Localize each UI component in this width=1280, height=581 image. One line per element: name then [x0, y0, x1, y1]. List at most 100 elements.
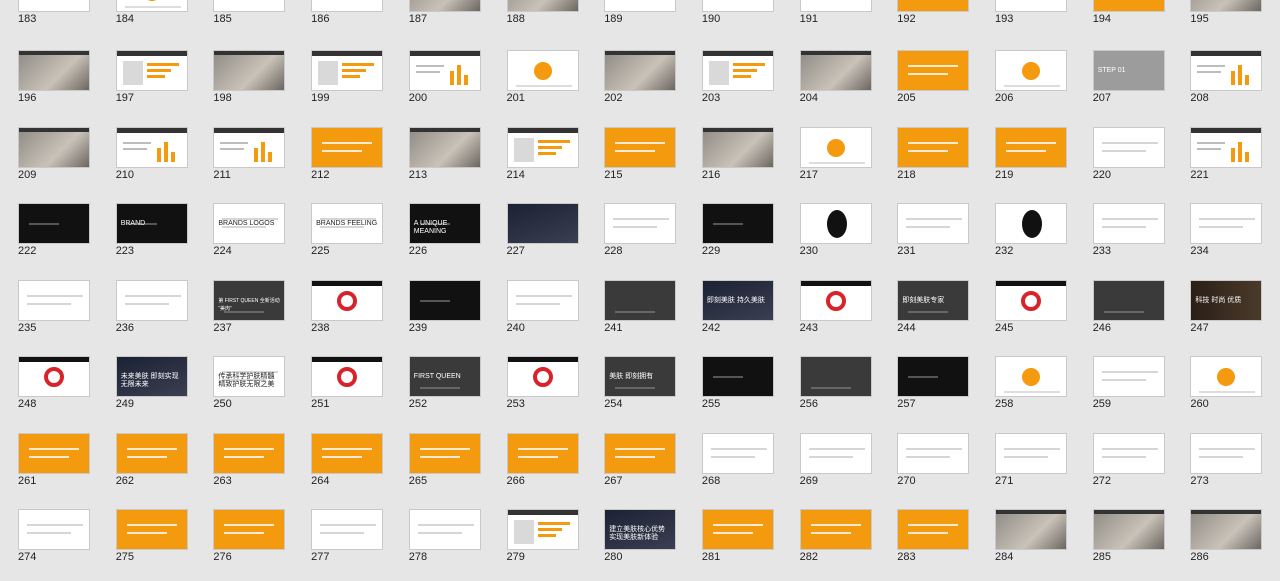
text-line	[908, 524, 959, 526]
slide-thumbnail-221[interactable]: 221	[1172, 127, 1269, 185]
slide-thumbnail-230[interactable]: 230	[782, 203, 879, 261]
slide-thumbnail-264[interactable]: 264	[293, 433, 390, 491]
slide-number: 265	[408, 475, 428, 487]
slide-thumbnail-283[interactable]: 283	[879, 509, 976, 567]
chart-bar	[463, 75, 468, 85]
slide-thumbnail-244[interactable]: 即刻美肤专家 244	[879, 280, 976, 338]
slide-thumbnail-231[interactable]: 231	[879, 203, 976, 261]
slide-thumbnail-245[interactable]: 245	[977, 280, 1074, 338]
slide-thumbnail-208[interactable]: 208	[1172, 50, 1269, 108]
slide-thumbnail-215[interactable]: 215	[586, 127, 683, 185]
slide-thumbnail-226[interactable]: A UNIQUE MEANING 226	[391, 203, 488, 261]
slide-thumbnail-263[interactable]: 263	[195, 433, 292, 491]
slide-thumbnail-228[interactable]: 228	[586, 203, 683, 261]
slide-thumbnail-281[interactable]: 281	[684, 509, 781, 567]
slide-thumbnail-259[interactable]: 259	[1075, 356, 1172, 414]
slide-thumbnail-235[interactable]: 235	[0, 280, 97, 338]
slide-thumbnail-200[interactable]: 200	[391, 50, 488, 108]
slide-thumbnail-212[interactable]: 212	[293, 127, 390, 185]
slide-thumbnail-223[interactable]: BRAND 223	[98, 203, 195, 261]
slide-number: 202	[604, 92, 623, 104]
slide-thumbnail-272[interactable]: 272	[1075, 433, 1172, 491]
slide-thumbnail-282[interactable]: 282	[782, 509, 879, 567]
slide-thumbnail-240[interactable]: 240	[489, 280, 586, 338]
slide-thumbnail-242[interactable]: 即刻美肤 持久美肤 242	[684, 280, 781, 338]
slide-thumbnail-267[interactable]: 267	[586, 433, 683, 491]
slide-thumbnail-249[interactable]: 未来美肤 即刻实现无限未来 249	[98, 356, 195, 414]
slide-thumbnail-201[interactable]: 201	[489, 50, 586, 108]
slide-thumbnail-276[interactable]: 276	[195, 509, 292, 567]
text-line	[515, 303, 560, 305]
slide-thumbnail-262[interactable]: 262	[98, 433, 195, 491]
slide-thumbnail-203[interactable]: 203	[684, 50, 781, 108]
slide-thumbnail-266[interactable]: 266	[489, 433, 586, 491]
slide-thumbnail-207[interactable]: STEP 01 207	[1075, 50, 1172, 108]
slide-thumbnail-261[interactable]: 261	[0, 433, 97, 491]
slide-thumbnail-260[interactable]: 260	[1172, 356, 1269, 414]
slide-thumbnail-247[interactable]: 科技 时尚 优质 247	[1172, 280, 1269, 338]
text-line	[122, 148, 147, 150]
slide-thumbnail-285[interactable]: 285	[1075, 509, 1172, 567]
slide-thumbnail-277[interactable]: 277	[293, 509, 390, 567]
slide-thumbnail-234[interactable]: 234	[1172, 203, 1269, 261]
slide-thumbnail-246[interactable]: 246	[1075, 280, 1172, 338]
slide-thumbnail-229[interactable]: 229	[684, 203, 781, 261]
slide-thumbnail-216[interactable]: 216	[684, 127, 781, 185]
slide-thumbnail-218[interactable]: 218	[879, 127, 976, 185]
text-line	[517, 456, 558, 458]
slide-thumbnail-202[interactable]: 202	[586, 50, 683, 108]
slide-thumbnail-197[interactable]: 197	[98, 50, 195, 108]
slide-thumbnail-284[interactable]: 284	[977, 509, 1074, 567]
slide-thumbnail-238[interactable]: 238	[293, 280, 390, 338]
slide-thumbnail-255[interactable]: 255	[684, 356, 781, 414]
slide-thumbnail-232[interactable]: 232	[977, 203, 1074, 261]
slide-thumbnail-219[interactable]: 219	[977, 127, 1074, 185]
slide-thumbnail-269[interactable]: 269	[782, 433, 879, 491]
slide-thumbnail-273[interactable]: 273	[1172, 433, 1269, 491]
slide-thumbnail-227[interactable]: 227	[489, 203, 586, 261]
slide-thumbnail-256[interactable]: 256	[782, 356, 879, 414]
slide-thumbnail-236[interactable]: 236	[98, 280, 195, 338]
slide-thumbnail-217[interactable]: 217	[782, 127, 879, 185]
slide-thumbnail-278[interactable]: 278	[391, 509, 488, 567]
slide-thumbnail-241[interactable]: 241	[586, 280, 683, 338]
slide-thumbnail-225[interactable]: BRANDS FEELING 225	[293, 203, 390, 261]
slide-thumbnail-257[interactable]: 257	[879, 356, 976, 414]
slide-thumbnail-243[interactable]: 243	[782, 280, 879, 338]
slide-thumbnail-213[interactable]: 213	[391, 127, 488, 185]
slide-thumbnail-250[interactable]: 传承科学护肤精髓 精致护肤无限之美 250	[195, 356, 292, 414]
slide-thumbnail-233[interactable]: 233	[1075, 203, 1172, 261]
slide-thumbnail-237[interactable]: 第 FIRST QUEEN 全新活动 “美肉” 237	[195, 280, 292, 338]
slide-thumbnail-286[interactable]: 286	[1172, 509, 1269, 567]
slide-thumbnail-206[interactable]: 206	[977, 50, 1074, 108]
slide-thumbnail-254[interactable]: 美肤 即刻拥有 254	[586, 356, 683, 414]
slide-thumbnail-268[interactable]: 268	[684, 433, 781, 491]
slide-thumbnail-211[interactable]: 211	[195, 127, 292, 185]
slide-thumbnail-270[interactable]: 270	[879, 433, 976, 491]
slide-thumbnail-258[interactable]: 258	[977, 356, 1074, 414]
slide-thumbnail-222[interactable]: 222	[0, 203, 97, 261]
slide-thumbnail-220[interactable]: 220	[1075, 127, 1172, 185]
slide-preview	[18, 356, 90, 397]
slide-thumbnail-248[interactable]: 248	[0, 356, 97, 414]
slide-thumbnail-199[interactable]: 199	[293, 50, 390, 108]
slide-thumbnail-279[interactable]: 279	[489, 509, 586, 567]
slide-thumbnail-280[interactable]: 建立美肤核心优势 实现美肤新体验 280	[586, 509, 683, 567]
slide-thumbnail-251[interactable]: 251	[293, 356, 390, 414]
slide-thumbnail-196[interactable]: 196	[0, 50, 97, 108]
slide-thumbnail-210[interactable]: 210	[98, 127, 195, 185]
slide-thumbnail-271[interactable]: 271	[977, 433, 1074, 491]
slide-thumbnail-205[interactable]: 205	[879, 50, 976, 108]
slide-thumbnail-204[interactable]: 204	[782, 50, 879, 108]
slide-thumbnail-253[interactable]: 253	[489, 356, 586, 414]
slide-thumbnail-274[interactable]: 274	[0, 509, 97, 567]
slide-thumbnail-265[interactable]: 265	[391, 433, 488, 491]
slide-thumbnail-224[interactable]: BRANDS LOGOS 224	[195, 203, 292, 261]
slide-thumbnail-209[interactable]: 209	[0, 127, 97, 185]
slide-thumbnail-198[interactable]: 198	[195, 50, 292, 108]
text-line	[908, 376, 939, 378]
slide-thumbnail-239[interactable]: 239	[391, 280, 488, 338]
slide-thumbnail-252[interactable]: FIRST QUEEN 252	[391, 356, 488, 414]
slide-thumbnail-275[interactable]: 275	[98, 509, 195, 567]
slide-thumbnail-214[interactable]: 214	[489, 127, 586, 185]
